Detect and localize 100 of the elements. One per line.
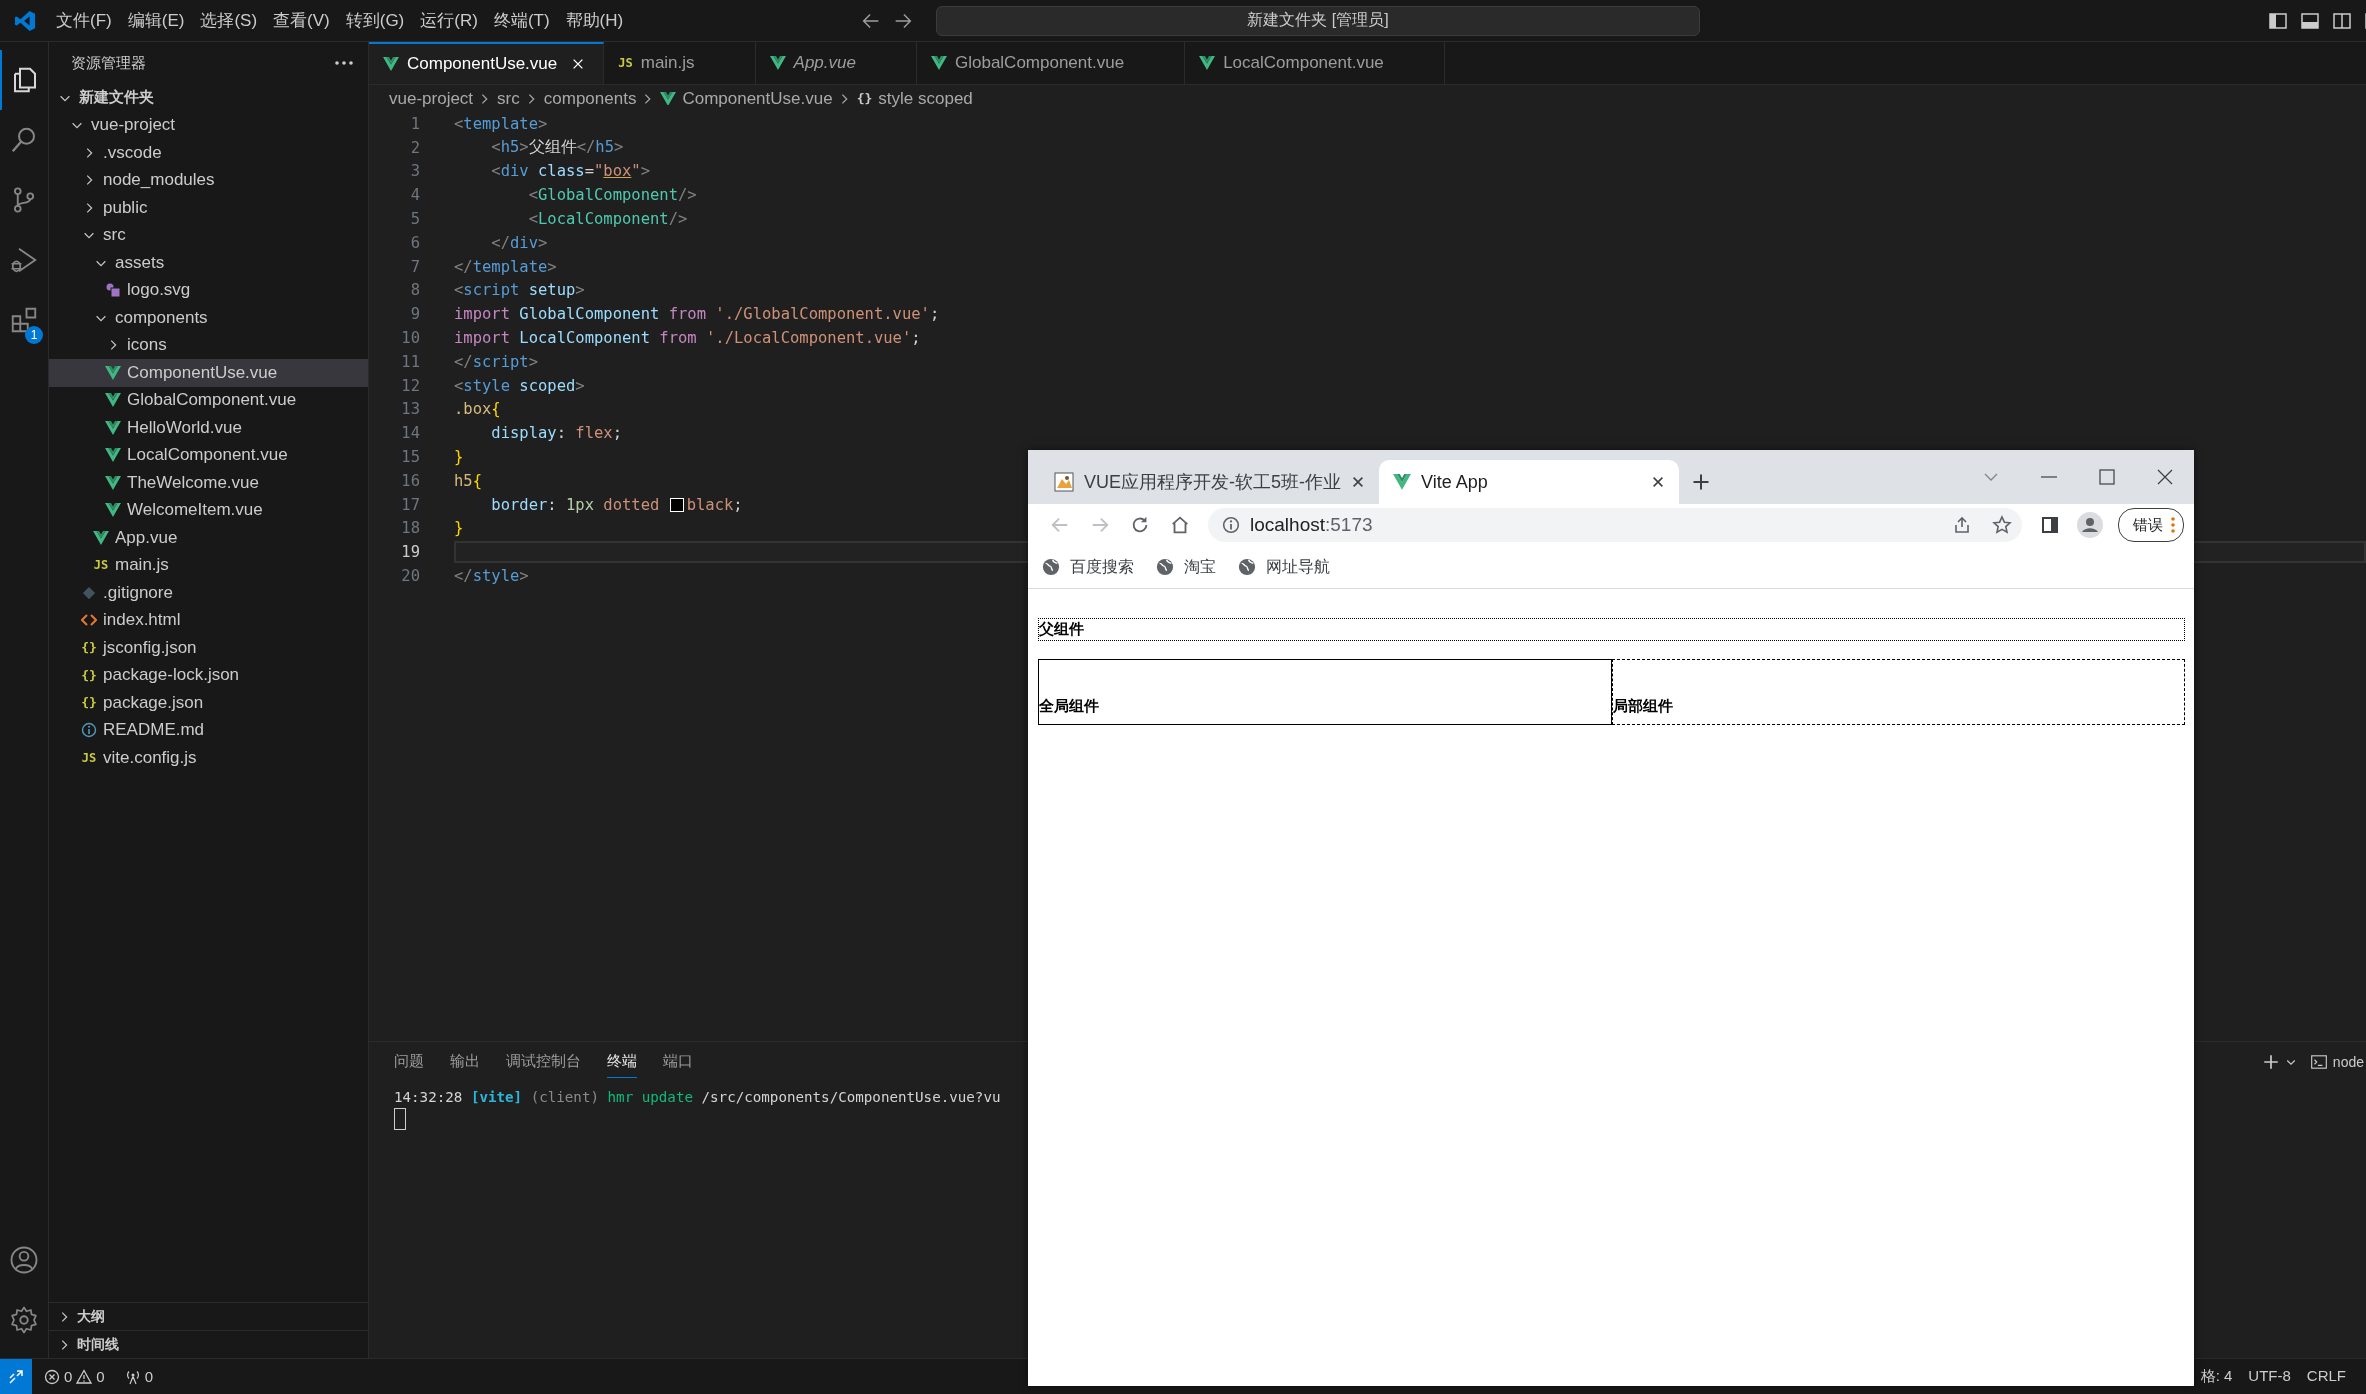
file-item[interactable]: HelloWorld.vue xyxy=(49,414,368,442)
menu-item[interactable]: 查看(V) xyxy=(265,5,338,36)
file-item[interactable]: GlobalComponent.vue xyxy=(49,386,368,414)
folder-item[interactable]: node_modules xyxy=(49,166,368,194)
file-item[interactable]: WelcomeItem.vue xyxy=(49,496,368,524)
editor-tab[interactable]: JS main.js xyxy=(604,42,756,84)
sidebar-layout-icon[interactable] xyxy=(2268,10,2288,31)
line-number: 16 xyxy=(400,471,420,490)
site-icon xyxy=(1054,472,1074,492)
menu-item[interactable]: 文件(F) xyxy=(48,5,120,36)
new-tab-icon[interactable] xyxy=(1691,472,1711,492)
file-item[interactable]: {} package-lock.json xyxy=(49,661,368,689)
close-icon[interactable] xyxy=(1651,475,1665,489)
side-panel-icon[interactable] xyxy=(2040,515,2060,535)
menu-item[interactable]: 运行(R) xyxy=(412,5,486,36)
tab-title: VUE应用程序开发-软工5班-作业 xyxy=(1084,471,1341,494)
menu-item[interactable]: 转到(G) xyxy=(337,5,413,36)
terminal-icon[interactable] xyxy=(2309,1053,2328,1071)
vue-icon xyxy=(660,91,677,106)
bookmark[interactable]: 淘宝 xyxy=(1156,556,1216,578)
antenna-icon[interactable] xyxy=(124,1368,141,1385)
file-item[interactable]: JS main.js xyxy=(49,551,368,579)
status-item[interactable]: 格: 4 xyxy=(2200,1367,2233,1386)
globe-icon xyxy=(1042,558,1060,576)
bookmark[interactable]: 网址导航 xyxy=(1238,556,1330,578)
line-number: 6 xyxy=(409,233,420,252)
folder-item[interactable]: 新建文件夹 xyxy=(49,84,368,112)
file-item[interactable]: README.md xyxy=(49,716,368,744)
breadcrumb-item[interactable]: vue-project xyxy=(389,88,474,109)
panel-layout-icon[interactable] xyxy=(2300,10,2320,31)
file-item[interactable]: index.html xyxy=(49,606,368,634)
menu-item[interactable]: 选择(S) xyxy=(192,5,266,36)
remote-button[interactable] xyxy=(0,1359,32,1394)
settings-icon[interactable] xyxy=(9,1305,39,1335)
breadcrumb-item[interactable]: components xyxy=(543,88,637,109)
section-header[interactable]: 大纲 xyxy=(49,1302,368,1330)
status-item[interactable]: UTF-8 xyxy=(2248,1367,2291,1386)
problems-status[interactable]: 0 0 xyxy=(44,1368,105,1385)
line-number: 9 xyxy=(409,305,420,324)
folder-item[interactable]: vue-project xyxy=(49,111,368,139)
panel-tab[interactable]: 端口 xyxy=(663,1046,693,1078)
more-icon[interactable] xyxy=(334,60,354,66)
panel-tab[interactable]: 输出 xyxy=(450,1046,480,1078)
braces-icon: {} xyxy=(81,667,97,683)
code-text: display: flex; xyxy=(490,424,622,443)
folder-item[interactable]: .vscode xyxy=(49,139,368,167)
menu-item[interactable]: 编辑(E) xyxy=(119,5,193,36)
js-icon: JS xyxy=(93,558,109,573)
panel-tab[interactable]: 调试控制台 xyxy=(506,1046,581,1078)
menu-item[interactable]: 帮助(H) xyxy=(557,5,632,36)
line-number: 12 xyxy=(400,376,420,395)
file-item[interactable]: App.vue xyxy=(49,524,368,552)
avatar-icon[interactable] xyxy=(2077,512,2103,538)
editor-tab[interactable]: App.vue xyxy=(755,42,917,84)
close-icon[interactable] xyxy=(1351,475,1365,489)
bookmark[interactable]: 百度搜索 xyxy=(1042,556,1134,578)
share-icon[interactable] xyxy=(1952,515,1972,535)
breadcrumb-item[interactable]: style scoped xyxy=(878,88,973,109)
tab-search-icon[interactable] xyxy=(1983,472,1999,482)
profile-error-button[interactable]: 错误 xyxy=(2118,508,2184,542)
folder-item[interactable]: components xyxy=(49,304,368,332)
add-icon[interactable] xyxy=(2261,1053,2280,1071)
code-text: <template> xyxy=(454,114,548,133)
color-swatch[interactable] xyxy=(669,497,684,512)
file-item[interactable]: LocalComponent.vue xyxy=(49,441,368,469)
editor-tab[interactable]: ComponentUse.vue xyxy=(369,42,605,84)
star-icon[interactable] xyxy=(1992,515,2012,535)
folder-item[interactable]: src xyxy=(49,221,368,249)
breadcrumb-item[interactable]: ComponentUse.vue xyxy=(682,88,833,109)
home-icon[interactable] xyxy=(1169,514,1191,536)
address-bar[interactable]: localhost:5173 xyxy=(1208,508,2022,542)
folder-item[interactable]: icons xyxy=(49,331,368,359)
command-search-field[interactable]: 新建文件夹 [管理员] xyxy=(936,5,1700,36)
panel-tab[interactable]: 终端 xyxy=(607,1046,637,1078)
file-item[interactable]: {} jsconfig.json xyxy=(49,634,368,662)
file-item[interactable]: ComponentUse.vue xyxy=(49,359,368,387)
maximize-icon[interactable] xyxy=(2099,469,2115,485)
browser-tab[interactable]: Vite App xyxy=(1379,460,1679,504)
folder-item[interactable]: public xyxy=(49,194,368,222)
split-layout-icon[interactable] xyxy=(2332,10,2352,31)
browser-tab[interactable]: VUE应用程序开发-软工5班-作业 xyxy=(1040,460,1379,504)
folder-item[interactable]: assets xyxy=(49,249,368,277)
run-debug-icon[interactable] xyxy=(9,245,39,275)
status-item[interactable]: CRLF xyxy=(2306,1367,2346,1386)
file-item[interactable]: TheWelcome.vue xyxy=(49,469,368,497)
file-item[interactable]: JS vite.config.js xyxy=(49,744,368,772)
file-item[interactable]: .gitignore xyxy=(49,579,368,607)
code-text: </script> xyxy=(454,352,538,371)
line-number: 8 xyxy=(409,281,420,300)
file-item[interactable]: logo.svg xyxy=(49,276,368,304)
editor-tab[interactable]: GlobalComponent.vue xyxy=(916,42,1186,84)
account-icon[interactable] xyxy=(9,1245,39,1275)
file-item[interactable]: {} package.json xyxy=(49,689,368,717)
menu-item[interactable]: 终端(T) xyxy=(485,5,558,36)
close-icon[interactable] xyxy=(2157,469,2173,485)
breadcrumb-item[interactable]: src xyxy=(497,88,520,109)
panel-tab[interactable]: 问题 xyxy=(394,1046,424,1078)
terminal-name[interactable]: node xyxy=(2332,1054,2364,1070)
editor-tab[interactable]: LocalComponent.vue xyxy=(1185,42,1445,84)
info-icon xyxy=(81,722,97,739)
